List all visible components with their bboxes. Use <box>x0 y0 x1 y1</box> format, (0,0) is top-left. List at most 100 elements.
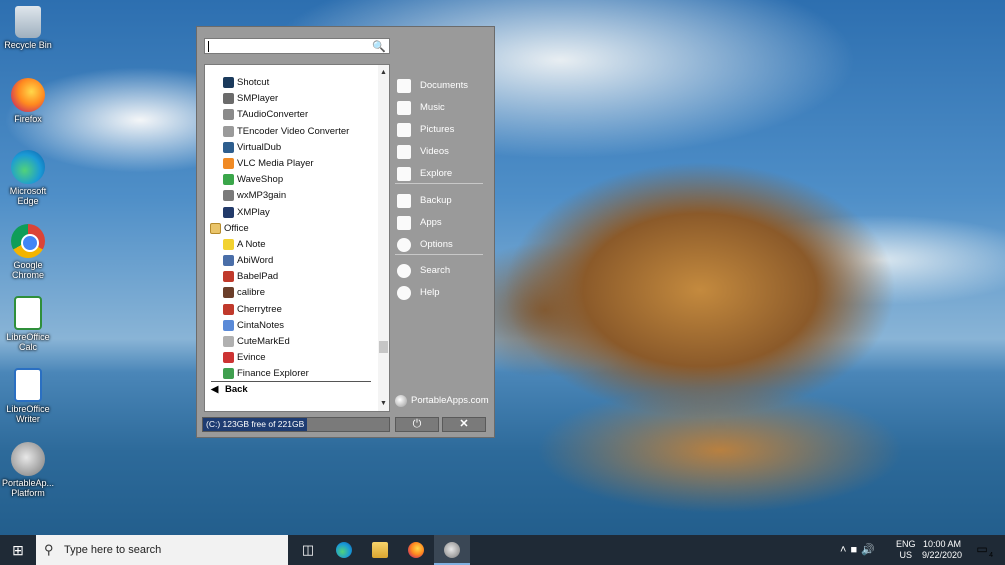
text-caret <box>208 41 209 52</box>
power-icon: ⏻ <box>412 418 422 430</box>
desktop-icon-label: Recycle Bin <box>4 40 52 50</box>
desktop-icon-libreoffice-writer[interactable]: LibreOffice Writer <box>2 368 54 424</box>
app-icon <box>223 77 234 88</box>
portableapps-menu: 🔍 Shotcut SMPlayer TAudioConverter TEncoder… <box>196 26 495 438</box>
nav-label: Search <box>420 265 451 276</box>
scroll-down-arrow-icon[interactable]: ▼ <box>378 398 389 409</box>
list-item-label: CuteMarkEd <box>237 336 290 347</box>
list-item[interactable]: wxMP3gain <box>205 188 379 204</box>
list-item[interactable]: Evince <box>205 350 379 366</box>
system-tray-icons[interactable]: ˄■🔊 <box>840 535 879 565</box>
libreoffice-calc-icon <box>14 296 42 330</box>
app-icon <box>223 190 234 202</box>
nav-options[interactable]: Options <box>395 236 487 256</box>
network-icon[interactable]: ■ <box>850 544 861 556</box>
nav-explore[interactable]: Explore <box>395 165 487 185</box>
list-item[interactable]: calibre <box>205 285 379 301</box>
list-item[interactable]: VirtualDub <box>205 140 379 156</box>
list-item[interactable]: WaveShop <box>205 172 379 188</box>
nav-backup[interactable]: Backup <box>395 192 487 212</box>
list-item[interactable]: Shotcut <box>205 75 379 91</box>
app-icon <box>223 287 234 299</box>
list-item-label: WaveShop <box>237 174 284 186</box>
list-item[interactable]: CintaNotes <box>205 318 379 334</box>
volume-icon[interactable]: 🔊 <box>861 544 879 556</box>
search-icon: ⚲ <box>44 542 54 557</box>
close-button[interactable]: ✕ <box>442 417 486 432</box>
list-item[interactable]: TEncoder Video Converter <box>205 124 379 140</box>
taskbar-edge[interactable] <box>326 535 362 565</box>
list-item-label: TAudioConverter <box>237 109 309 121</box>
desktop-icon-chrome[interactable]: Google Chrome <box>2 224 54 280</box>
nav-pictures[interactable]: Pictures <box>395 121 487 141</box>
list-scrollbar[interactable]: ▲ ▼ <box>378 65 389 411</box>
desktop-icon-libreoffice-calc[interactable]: LibreOffice Calc <box>2 296 54 352</box>
app-list: Shotcut SMPlayer TAudioConverter TEncoder V… <box>204 64 390 412</box>
desktop-icon-recycle-bin[interactable]: Recycle Bin <box>2 6 54 50</box>
clock[interactable]: 10:00 AM 9/22/2020 <box>920 539 964 565</box>
scroll-up-arrow-icon[interactable]: ▲ <box>378 67 389 78</box>
taskbar-firefox[interactable] <box>398 535 434 565</box>
power-button[interactable]: ⏻ <box>395 417 439 432</box>
list-item[interactable]: XMPlay <box>205 205 379 221</box>
nav-apps[interactable]: Apps <box>395 214 487 234</box>
search-icon: 🔍 <box>372 41 386 53</box>
app-icon <box>223 271 234 283</box>
list-item[interactable]: A Note <box>205 237 379 253</box>
pictures-icon <box>397 123 411 137</box>
list-folder[interactable]: Office <box>205 221 379 237</box>
list-item-label: Evince <box>237 352 266 364</box>
help-icon <box>397 286 411 300</box>
portableapps-brand-link[interactable]: PortableApps.com <box>395 394 489 408</box>
firefox-icon <box>11 78 45 112</box>
list-item[interactable]: VLC Media Player <box>205 156 379 172</box>
nav-search[interactable]: Search <box>395 262 487 282</box>
list-item[interactable]: BabelPad <box>205 269 379 285</box>
scrollbar-thumb[interactable] <box>379 341 388 353</box>
list-item[interactable]: TAudioConverter <box>205 107 379 123</box>
app-icon <box>223 109 234 121</box>
taskbar-file-explorer[interactable] <box>362 535 398 565</box>
list-item[interactable]: SMPlayer <box>205 91 379 107</box>
desktop-icon-edge[interactable]: Microsoft Edge <box>2 150 54 206</box>
list-item-label: VirtualDub <box>237 141 282 153</box>
portableapps-icon <box>444 542 460 558</box>
list-item-label: Cherrytree <box>237 303 282 315</box>
nav-help[interactable]: Help <box>395 284 487 304</box>
desktop-icon-portableapps[interactable]: PortableAp... Platform <box>2 442 54 498</box>
list-item-label: CintaNotes <box>237 319 284 331</box>
language-indicator[interactable]: ENG US <box>896 539 916 565</box>
desktop-icon-label: PortableAp... Platform <box>2 478 55 498</box>
nav-music[interactable]: Music <box>395 99 487 119</box>
documents-icon <box>397 79 411 93</box>
edge-icon <box>336 542 352 558</box>
app-icon <box>223 368 234 380</box>
gear-icon <box>397 238 411 252</box>
taskbar-portableapps[interactable] <box>434 535 470 565</box>
list-item-label: Shotcut <box>237 77 270 88</box>
nav-label: Help <box>420 287 440 298</box>
desktop-icon-label: Firefox <box>14 114 42 124</box>
app-icon <box>223 352 234 364</box>
list-item[interactable]: AbiWord <box>205 253 379 269</box>
notification-center-button[interactable]: ▭ 4 <box>972 542 993 559</box>
videos-icon <box>397 145 411 159</box>
taskbar-search-box[interactable]: ⚲ Type here to search <box>36 535 288 565</box>
app-icon <box>223 255 234 267</box>
list-item[interactable]: CuteMarkEd <box>205 334 379 350</box>
back-button[interactable]: ◀ Back <box>211 381 371 397</box>
menu-search-input[interactable]: 🔍 <box>204 38 390 54</box>
task-view-button[interactable]: ◫ <box>290 535 326 565</box>
chevron-up-icon[interactable]: ˄ <box>840 544 850 556</box>
app-icon <box>223 238 234 250</box>
nav-videos[interactable]: Videos <box>395 143 487 163</box>
desktop-icon-firefox[interactable]: Firefox <box>2 78 54 124</box>
list-item[interactable]: Cherrytree <box>205 302 379 318</box>
start-button[interactable]: ⊞ <box>0 535 36 565</box>
task-view-icon: ◫ <box>301 542 315 557</box>
taskbar: ⊞ ⚲ Type here to search ◫ ˄■🔊 ENG US 10:… <box>0 535 1005 565</box>
recycle-bin-icon <box>15 6 41 38</box>
desktop-icon-label: LibreOffice Calc <box>6 332 50 352</box>
nav-documents[interactable]: Documents <box>395 77 487 97</box>
close-icon: ✕ <box>459 418 469 430</box>
